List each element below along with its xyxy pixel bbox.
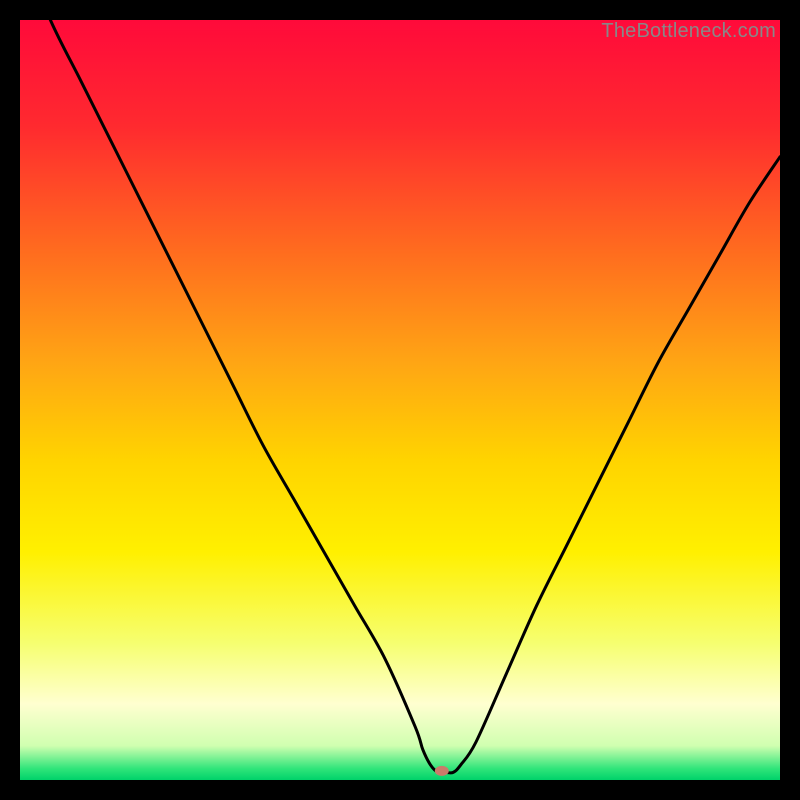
chart-stage: TheBottleneck.com: [0, 0, 800, 800]
gradient-background: [20, 20, 780, 780]
plot-area: TheBottleneck.com: [20, 20, 780, 780]
plot-svg: [20, 20, 780, 780]
attribution-text: TheBottleneck.com: [601, 20, 776, 43]
optimal-marker: [435, 766, 449, 776]
